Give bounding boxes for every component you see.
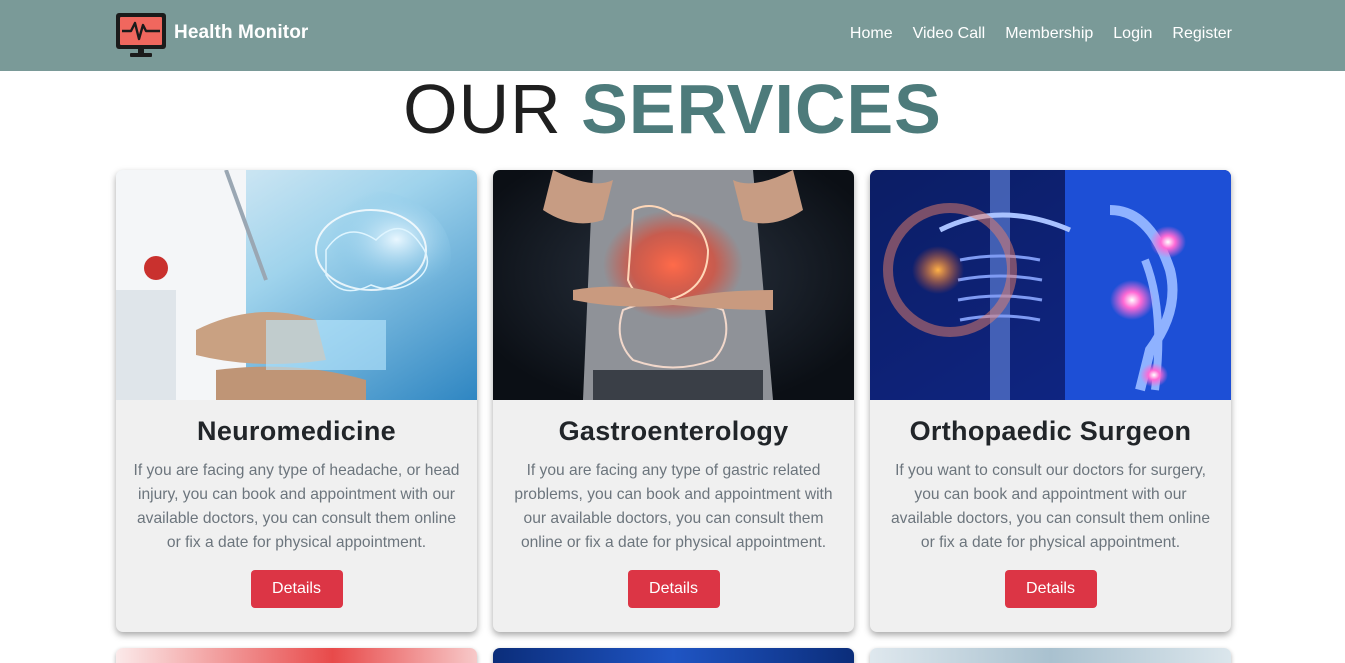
navbar: Health Monitor Home Video Call Membershi… bbox=[0, 0, 1345, 71]
service-card-orthopaedic: Orthopaedic Surgeon If you want to consu… bbox=[870, 170, 1231, 632]
details-button[interactable]: Details bbox=[250, 570, 343, 608]
service-description: If you want to consult our doctors for s… bbox=[891, 462, 1210, 551]
service-description: If you are facing any type of headache, … bbox=[133, 462, 460, 551]
nav-link-home[interactable]: Home bbox=[850, 25, 893, 43]
brand[interactable]: Health Monitor bbox=[116, 13, 308, 58]
service-description: If you are facing any type of gastric re… bbox=[514, 462, 833, 551]
monitor-heartbeat-icon bbox=[116, 13, 166, 57]
service-card-peek bbox=[870, 648, 1231, 663]
nav-link-membership[interactable]: Membership bbox=[1005, 25, 1093, 43]
details-button[interactable]: Details bbox=[1004, 570, 1097, 608]
service-card-peek bbox=[116, 648, 477, 663]
service-card-peek bbox=[493, 648, 854, 663]
details-button[interactable]: Details bbox=[627, 570, 720, 608]
nav-menu: Home Video Call Membership Login Registe… bbox=[850, 25, 1232, 43]
nav-link-register[interactable]: Register bbox=[1172, 25, 1232, 43]
section-title: OUR SERVICES bbox=[0, 68, 1345, 150]
doctor-brain-hologram-image bbox=[116, 170, 477, 400]
stomach-pain-illustration-image bbox=[493, 170, 854, 400]
service-title: Neuromedicine bbox=[197, 416, 396, 446]
service-card-neuromedicine: Neuromedicine If you are facing any type… bbox=[116, 170, 477, 632]
service-card-gastroenterology: Gastroenterology If you are facing any t… bbox=[493, 170, 854, 632]
nav-link-login[interactable]: Login bbox=[1113, 25, 1152, 43]
nav-link-video-call[interactable]: Video Call bbox=[913, 25, 986, 43]
service-title: Gastroenterology bbox=[558, 416, 789, 446]
brand-name: Health Monitor bbox=[174, 21, 309, 43]
service-title: Orthopaedic Surgeon bbox=[909, 416, 1192, 446]
section-title-bold: SERVICES bbox=[581, 70, 942, 148]
skeleton-joint-pain-xray-image bbox=[870, 170, 1231, 400]
section-title-light: OUR bbox=[403, 70, 562, 148]
